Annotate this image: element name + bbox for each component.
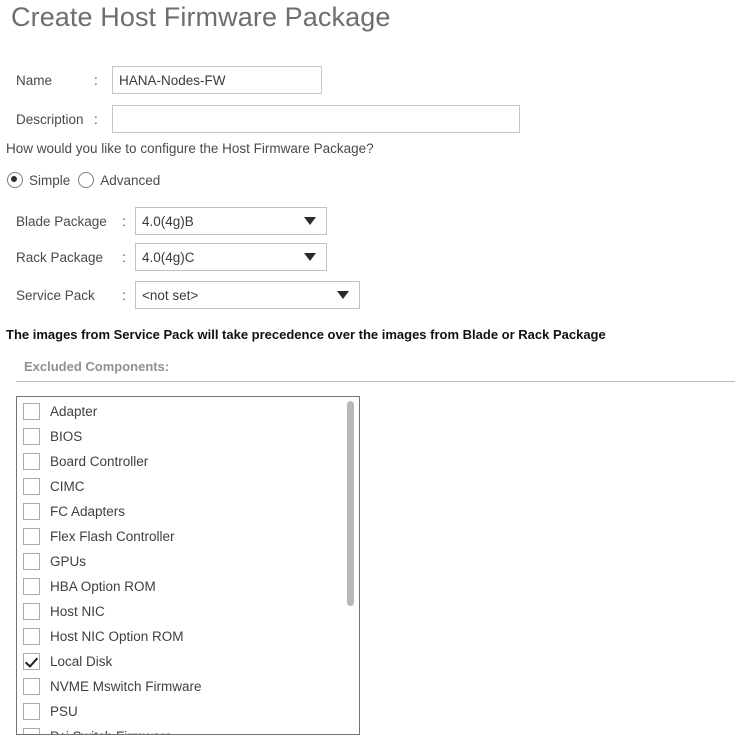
radio-option-advanced[interactable]: Advanced — [78, 172, 160, 188]
checkbox-icon[interactable] — [23, 503, 40, 520]
list-item[interactable]: PSU — [17, 699, 359, 724]
checkbox-icon[interactable] — [23, 528, 40, 545]
list-item[interactable]: Local Disk — [17, 649, 359, 674]
radio-advanced-icon[interactable] — [78, 172, 95, 188]
checkbox-icon[interactable] — [23, 478, 40, 495]
checkbox-icon[interactable] — [23, 728, 40, 734]
service-pack-select[interactable]: <not set> — [135, 281, 360, 309]
list-item-label: Pci Switch Firmware — [50, 729, 172, 734]
description-input[interactable] — [112, 105, 520, 133]
description-field-row: Description : — [16, 105, 520, 133]
list-item-label: NVME Mswitch Firmware — [50, 679, 202, 694]
list-item-label: PSU — [50, 704, 78, 719]
checkbox-icon[interactable] — [23, 678, 40, 695]
checkbox-icon[interactable] — [23, 603, 40, 620]
rack-package-row: Rack Package : 4.0(4g)C — [16, 243, 327, 271]
checkbox-icon[interactable] — [23, 553, 40, 570]
blade-package-label: Blade Package — [16, 213, 107, 229]
chevron-down-icon[interactable] — [304, 253, 316, 261]
name-colon: : — [94, 72, 98, 88]
list-item[interactable]: CIMC — [17, 474, 359, 499]
rack-package-colon: : — [122, 249, 126, 265]
list-item-label: Host NIC — [50, 604, 105, 619]
checkbox-icon[interactable] — [23, 703, 40, 720]
list-item-label: FC Adapters — [50, 504, 126, 519]
list-item-label: Host NIC Option ROM — [50, 629, 184, 644]
blade-package-row: Blade Package : 4.0(4g)B — [16, 207, 327, 235]
list-item-label: Adapter — [50, 404, 98, 419]
list-scrollbar-thumb[interactable] — [347, 401, 354, 606]
service-pack-row: Service Pack : <not set> — [16, 281, 360, 309]
section-divider — [16, 381, 735, 382]
precedence-notice: The images from Service Pack will take p… — [6, 327, 606, 342]
excluded-components-list[interactable]: Adapter BIOS Board Controller CIMC FC Adapte… — [16, 396, 360, 735]
service-pack-value: <not set> — [142, 287, 199, 303]
list-item[interactable]: Adapter — [17, 399, 359, 424]
radio-advanced-label: Advanced — [100, 172, 161, 188]
list-item[interactable]: Pci Switch Firmware — [17, 724, 359, 734]
rack-package-value: 4.0(4g)C — [142, 249, 195, 265]
chevron-down-icon[interactable] — [304, 217, 316, 225]
list-item-label: Flex Flash Controller — [50, 529, 175, 544]
list-item-label: CIMC — [50, 479, 85, 494]
list-item-label: HBA Option ROM — [50, 579, 156, 594]
blade-package-value: 4.0(4g)B — [142, 213, 194, 229]
blade-package-select[interactable]: 4.0(4g)B — [135, 207, 327, 235]
list-item[interactable]: Flex Flash Controller — [17, 524, 359, 549]
configure-mode-radio-group: Simple Advanced — [7, 172, 160, 188]
configure-question: How would you like to configure the Host… — [6, 141, 374, 156]
list-item[interactable]: Board Controller — [17, 449, 359, 474]
service-pack-colon: : — [122, 287, 126, 303]
list-item-label: GPUs — [50, 554, 87, 569]
list-item[interactable]: HBA Option ROM — [17, 574, 359, 599]
list-item[interactable]: BIOS — [17, 424, 359, 449]
description-label: Description — [16, 111, 84, 127]
name-input[interactable] — [112, 66, 322, 94]
excluded-components-label: Excluded Components: — [24, 359, 170, 374]
rack-package-select[interactable]: 4.0(4g)C — [135, 243, 327, 271]
checkbox-checked-icon[interactable] — [23, 653, 40, 670]
chevron-down-icon[interactable] — [337, 291, 349, 299]
list-item[interactable]: NVME Mswitch Firmware — [17, 674, 359, 699]
radio-simple-label: Simple — [29, 172, 71, 188]
list-item[interactable]: FC Adapters — [17, 499, 359, 524]
name-label: Name — [16, 72, 53, 88]
checkbox-icon[interactable] — [23, 628, 40, 645]
list-item[interactable]: Host NIC Option ROM — [17, 624, 359, 649]
page-title: Create Host Firmware Package — [11, 2, 391, 32]
list-item[interactable]: Host NIC — [17, 599, 359, 624]
name-field-row: Name : — [16, 66, 322, 94]
rack-package-label: Rack Package — [16, 249, 104, 265]
excluded-components-list-inner: Adapter BIOS Board Controller CIMC FC Adapte… — [17, 397, 359, 734]
list-scrollbar[interactable] — [346, 399, 355, 732]
list-item[interactable]: GPUs — [17, 549, 359, 574]
list-item-label: Local Disk — [50, 654, 113, 669]
radio-simple-icon[interactable] — [7, 172, 23, 188]
checkbox-icon[interactable] — [23, 428, 40, 445]
list-item-label: BIOS — [50, 429, 83, 444]
blade-package-colon: : — [122, 213, 126, 229]
list-item-label: Board Controller — [50, 454, 149, 469]
service-pack-label: Service Pack — [16, 287, 95, 303]
checkbox-icon[interactable] — [23, 403, 40, 420]
checkbox-icon[interactable] — [23, 453, 40, 470]
checkbox-icon[interactable] — [23, 578, 40, 595]
description-colon: : — [94, 111, 98, 127]
radio-option-simple[interactable]: Simple — [7, 172, 70, 188]
